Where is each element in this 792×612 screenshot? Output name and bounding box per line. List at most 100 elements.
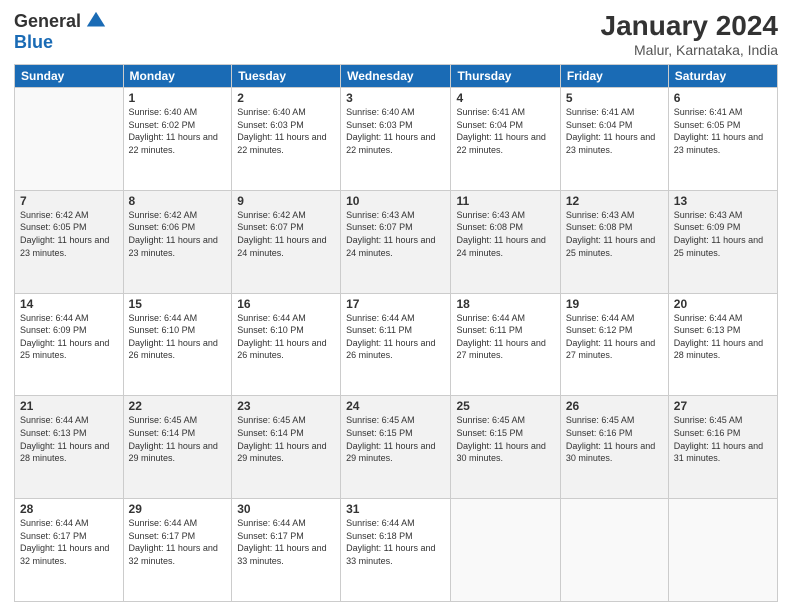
calendar-cell: 29Sunrise: 6:44 AMSunset: 6:17 PMDayligh… <box>123 499 232 602</box>
calendar-cell: 4Sunrise: 6:41 AMSunset: 6:04 PMDaylight… <box>451 88 560 191</box>
calendar-row: 28Sunrise: 6:44 AMSunset: 6:17 PMDayligh… <box>15 499 778 602</box>
calendar-cell: 7Sunrise: 6:42 AMSunset: 6:05 PMDaylight… <box>15 190 124 293</box>
calendar-cell: 25Sunrise: 6:45 AMSunset: 6:15 PMDayligh… <box>451 396 560 499</box>
month-title: January 2024 <box>601 10 778 42</box>
day-number: 6 <box>674 91 772 105</box>
day-header: Sunday <box>15 65 124 88</box>
day-info: Sunrise: 6:44 AMSunset: 6:17 PMDaylight:… <box>20 517 118 567</box>
logo-text: General <box>14 10 107 32</box>
day-number: 2 <box>237 91 335 105</box>
day-number: 11 <box>456 194 554 208</box>
day-info: Sunrise: 6:45 AMSunset: 6:16 PMDaylight:… <box>566 414 663 464</box>
day-info: Sunrise: 6:40 AMSunset: 6:02 PMDaylight:… <box>129 106 227 156</box>
day-number: 3 <box>346 91 445 105</box>
calendar-cell: 6Sunrise: 6:41 AMSunset: 6:05 PMDaylight… <box>668 88 777 191</box>
calendar-cell <box>560 499 668 602</box>
day-number: 13 <box>674 194 772 208</box>
calendar-cell: 3Sunrise: 6:40 AMSunset: 6:03 PMDaylight… <box>341 88 451 191</box>
day-header: Monday <box>123 65 232 88</box>
calendar-row: 7Sunrise: 6:42 AMSunset: 6:05 PMDaylight… <box>15 190 778 293</box>
calendar-cell: 1Sunrise: 6:40 AMSunset: 6:02 PMDaylight… <box>123 88 232 191</box>
calendar-cell: 21Sunrise: 6:44 AMSunset: 6:13 PMDayligh… <box>15 396 124 499</box>
day-info: Sunrise: 6:40 AMSunset: 6:03 PMDaylight:… <box>346 106 445 156</box>
day-number: 19 <box>566 297 663 311</box>
day-number: 17 <box>346 297 445 311</box>
day-info: Sunrise: 6:42 AMSunset: 6:06 PMDaylight:… <box>129 209 227 259</box>
calendar-cell: 28Sunrise: 6:44 AMSunset: 6:17 PMDayligh… <box>15 499 124 602</box>
calendar-row: 14Sunrise: 6:44 AMSunset: 6:09 PMDayligh… <box>15 293 778 396</box>
location-title: Malur, Karnataka, India <box>601 42 778 58</box>
day-number: 30 <box>237 502 335 516</box>
calendar-cell: 13Sunrise: 6:43 AMSunset: 6:09 PMDayligh… <box>668 190 777 293</box>
calendar-table: SundayMondayTuesdayWednesdayThursdayFrid… <box>14 64 778 602</box>
day-info: Sunrise: 6:44 AMSunset: 6:09 PMDaylight:… <box>20 312 118 362</box>
calendar-row: 21Sunrise: 6:44 AMSunset: 6:13 PMDayligh… <box>15 396 778 499</box>
day-info: Sunrise: 6:44 AMSunset: 6:13 PMDaylight:… <box>20 414 118 464</box>
calendar-cell: 30Sunrise: 6:44 AMSunset: 6:17 PMDayligh… <box>232 499 341 602</box>
day-info: Sunrise: 6:43 AMSunset: 6:07 PMDaylight:… <box>346 209 445 259</box>
day-header: Friday <box>560 65 668 88</box>
calendar-cell: 14Sunrise: 6:44 AMSunset: 6:09 PMDayligh… <box>15 293 124 396</box>
day-info: Sunrise: 6:44 AMSunset: 6:11 PMDaylight:… <box>346 312 445 362</box>
day-number: 28 <box>20 502 118 516</box>
calendar-cell: 2Sunrise: 6:40 AMSunset: 6:03 PMDaylight… <box>232 88 341 191</box>
calendar-cell <box>668 499 777 602</box>
calendar-cell: 11Sunrise: 6:43 AMSunset: 6:08 PMDayligh… <box>451 190 560 293</box>
day-info: Sunrise: 6:43 AMSunset: 6:08 PMDaylight:… <box>566 209 663 259</box>
calendar-cell: 18Sunrise: 6:44 AMSunset: 6:11 PMDayligh… <box>451 293 560 396</box>
day-number: 5 <box>566 91 663 105</box>
logo-general: General <box>14 11 81 32</box>
calendar-cell: 20Sunrise: 6:44 AMSunset: 6:13 PMDayligh… <box>668 293 777 396</box>
header-row: SundayMondayTuesdayWednesdayThursdayFrid… <box>15 65 778 88</box>
calendar-cell: 15Sunrise: 6:44 AMSunset: 6:10 PMDayligh… <box>123 293 232 396</box>
day-number: 25 <box>456 399 554 413</box>
calendar-cell: 27Sunrise: 6:45 AMSunset: 6:16 PMDayligh… <box>668 396 777 499</box>
calendar-cell <box>451 499 560 602</box>
day-info: Sunrise: 6:42 AMSunset: 6:05 PMDaylight:… <box>20 209 118 259</box>
header: General Blue January 2024 Malur, Karnata… <box>14 10 778 58</box>
day-info: Sunrise: 6:44 AMSunset: 6:17 PMDaylight:… <box>237 517 335 567</box>
day-header: Saturday <box>668 65 777 88</box>
calendar-cell: 12Sunrise: 6:43 AMSunset: 6:08 PMDayligh… <box>560 190 668 293</box>
day-number: 4 <box>456 91 554 105</box>
day-number: 15 <box>129 297 227 311</box>
day-info: Sunrise: 6:43 AMSunset: 6:09 PMDaylight:… <box>674 209 772 259</box>
day-header: Thursday <box>451 65 560 88</box>
day-info: Sunrise: 6:44 AMSunset: 6:13 PMDaylight:… <box>674 312 772 362</box>
day-number: 23 <box>237 399 335 413</box>
day-info: Sunrise: 6:44 AMSunset: 6:18 PMDaylight:… <box>346 517 445 567</box>
calendar-cell: 9Sunrise: 6:42 AMSunset: 6:07 PMDaylight… <box>232 190 341 293</box>
calendar-cell <box>15 88 124 191</box>
calendar-cell: 31Sunrise: 6:44 AMSunset: 6:18 PMDayligh… <box>341 499 451 602</box>
day-info: Sunrise: 6:44 AMSunset: 6:17 PMDaylight:… <box>129 517 227 567</box>
day-info: Sunrise: 6:44 AMSunset: 6:10 PMDaylight:… <box>237 312 335 362</box>
day-info: Sunrise: 6:43 AMSunset: 6:08 PMDaylight:… <box>456 209 554 259</box>
day-info: Sunrise: 6:45 AMSunset: 6:14 PMDaylight:… <box>129 414 227 464</box>
day-number: 8 <box>129 194 227 208</box>
calendar-cell: 24Sunrise: 6:45 AMSunset: 6:15 PMDayligh… <box>341 396 451 499</box>
day-number: 24 <box>346 399 445 413</box>
day-header: Wednesday <box>341 65 451 88</box>
day-number: 22 <box>129 399 227 413</box>
day-header: Tuesday <box>232 65 341 88</box>
day-info: Sunrise: 6:45 AMSunset: 6:16 PMDaylight:… <box>674 414 772 464</box>
day-info: Sunrise: 6:45 AMSunset: 6:14 PMDaylight:… <box>237 414 335 464</box>
day-info: Sunrise: 6:40 AMSunset: 6:03 PMDaylight:… <box>237 106 335 156</box>
calendar-cell: 10Sunrise: 6:43 AMSunset: 6:07 PMDayligh… <box>341 190 451 293</box>
day-number: 26 <box>566 399 663 413</box>
day-number: 12 <box>566 194 663 208</box>
logo-area: General Blue <box>14 10 107 53</box>
day-info: Sunrise: 6:44 AMSunset: 6:10 PMDaylight:… <box>129 312 227 362</box>
calendar-cell: 5Sunrise: 6:41 AMSunset: 6:04 PMDaylight… <box>560 88 668 191</box>
day-number: 16 <box>237 297 335 311</box>
day-number: 21 <box>20 399 118 413</box>
logo-blue: Blue <box>14 32 53 53</box>
calendar-row: 1Sunrise: 6:40 AMSunset: 6:02 PMDaylight… <box>15 88 778 191</box>
calendar-cell: 19Sunrise: 6:44 AMSunset: 6:12 PMDayligh… <box>560 293 668 396</box>
calendar-cell: 26Sunrise: 6:45 AMSunset: 6:16 PMDayligh… <box>560 396 668 499</box>
calendar-cell: 17Sunrise: 6:44 AMSunset: 6:11 PMDayligh… <box>341 293 451 396</box>
day-number: 31 <box>346 502 445 516</box>
day-number: 27 <box>674 399 772 413</box>
day-info: Sunrise: 6:41 AMSunset: 6:05 PMDaylight:… <box>674 106 772 156</box>
day-info: Sunrise: 6:45 AMSunset: 6:15 PMDaylight:… <box>456 414 554 464</box>
